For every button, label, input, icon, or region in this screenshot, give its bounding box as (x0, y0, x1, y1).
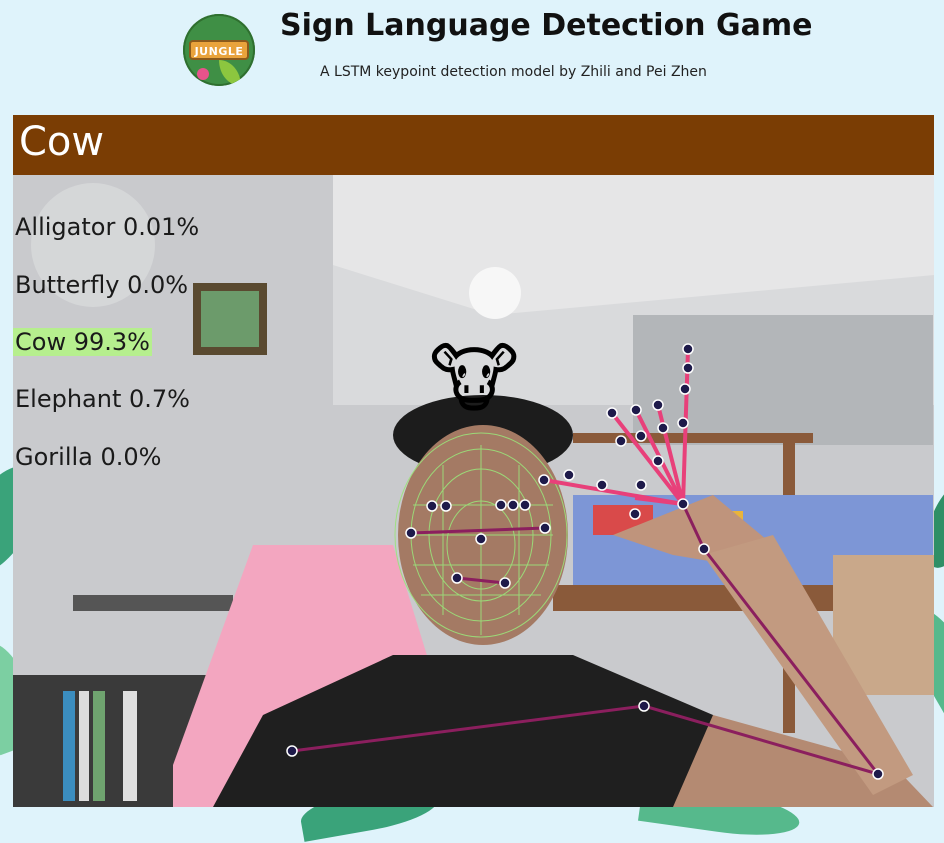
page-title: Sign Language Detection Game (280, 8, 813, 43)
prediction-item: Elephant 0.7% (15, 385, 190, 413)
leaf-icon (219, 60, 241, 86)
target-word-banner: Cow (13, 115, 934, 175)
webcam-feed: Cow Alligator 0.01% Butterfly 0.0% Cow 9… (13, 115, 934, 807)
page-header: JUNGLE Sign Language Detection Game A LS… (0, 0, 944, 110)
jungle-logo[interactable]: JUNGLE (183, 14, 255, 86)
page-subtitle: A LSTM keypoint detection model by Zhili… (320, 64, 707, 80)
cow-emoji-icon: 🐮 (429, 334, 519, 423)
flower-icon (197, 68, 209, 80)
prediction-item: Butterfly 0.0% (15, 271, 189, 299)
logo-plank: JUNGLE (189, 40, 249, 60)
prediction-item: Alligator 0.01% (15, 213, 200, 241)
prediction-item: Gorilla 0.0% (15, 443, 162, 471)
target-word: Cow (19, 119, 105, 165)
prediction-item-top: Cow 99.3% (13, 328, 152, 356)
